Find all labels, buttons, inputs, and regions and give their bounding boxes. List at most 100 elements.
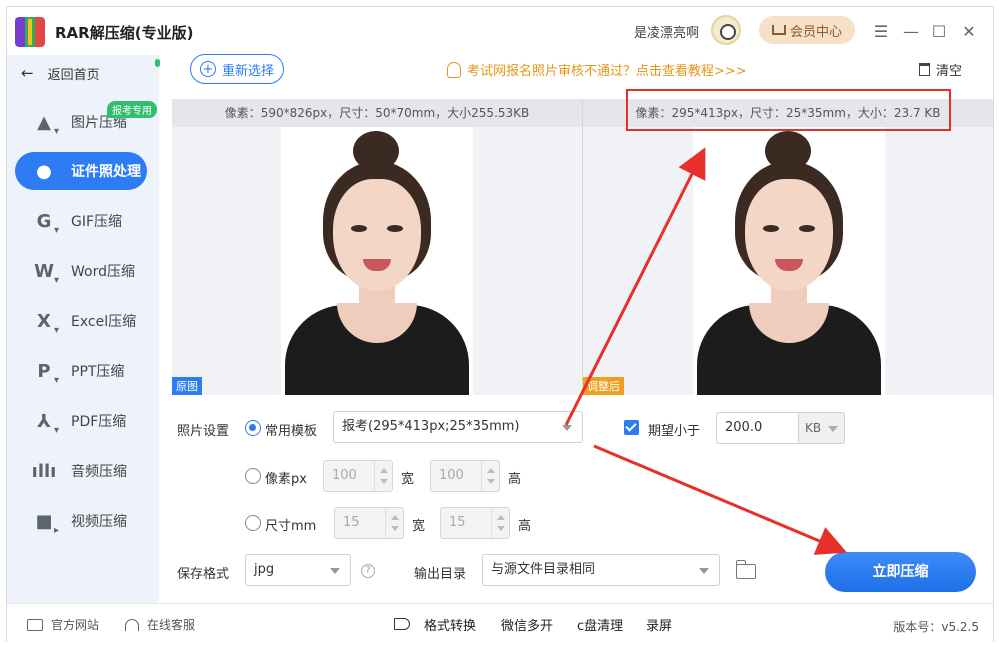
stepper-arrows-icon[interactable]	[491, 508, 509, 538]
clear-button[interactable]: 清空	[919, 60, 962, 79]
excel-icon: X ▾	[37, 310, 59, 337]
size-height-stepper[interactable]: 15	[440, 507, 510, 539]
sidebar-item-video[interactable]: ■ ▸ 视频压缩	[15, 502, 147, 540]
headset-icon	[125, 618, 139, 631]
back-home-button[interactable]: ← 返回首页	[21, 63, 100, 83]
indicator-dot	[155, 59, 160, 67]
photo-hair-bun	[765, 131, 811, 171]
stepper-arrows-icon[interactable]	[481, 461, 499, 491]
app-window: RAR解压缩(专业版) 是凌漂亮啊 会员中心 ☰ — ☐ ✕ ← 返回首页 ▲ ▾…	[6, 6, 994, 642]
screen-record-link[interactable]: 录屏	[646, 615, 672, 634]
crown-icon	[771, 25, 786, 35]
monitor-icon	[27, 618, 43, 631]
output-dir-select[interactable]: 与源文件目录相同	[482, 554, 720, 586]
id-photo-icon: ●	[36, 160, 52, 182]
compress-now-button[interactable]: 立即压缩	[825, 552, 976, 592]
official-website-label: 官方网站	[51, 618, 100, 632]
official-website-link[interactable]: 官方网站	[27, 616, 99, 633]
online-service-link[interactable]: 在线客服	[125, 616, 195, 633]
size-height-label: 高	[518, 519, 532, 534]
size-width-value: 15	[343, 515, 360, 530]
photo-hair-bun	[353, 131, 399, 171]
size-radio[interactable]	[245, 515, 261, 531]
adjusted-tag: 调整后	[583, 377, 624, 395]
sidebar-item-audio[interactable]: ıllı 音频压缩	[15, 452, 147, 490]
expect-label: 期望小于	[648, 424, 701, 439]
expect-size-input[interactable]: 200.0	[716, 412, 799, 444]
back-home-label: 返回首页	[47, 67, 100, 83]
sidebar-item-excel[interactable]: X ▾ Excel压缩	[15, 302, 147, 340]
template-select-value: 报考(295*413px;25*35mm)	[342, 419, 520, 434]
title-bar: RAR解压缩(专业版) 是凌漂亮啊 会员中心 ☰ — ☐ ✕	[7, 7, 993, 55]
expect-checkbox[interactable]	[624, 420, 639, 435]
highlight-box	[626, 89, 951, 131]
pixel-radio[interactable]	[245, 468, 261, 484]
menu-icon[interactable]: ☰	[871, 21, 891, 41]
vip-center-label: 会员中心	[789, 24, 842, 40]
output-dir-value: 与源文件目录相同	[491, 562, 596, 577]
footer: 官方网站 在线客服 格式转换 微信多开 c盘清理 录屏 版本号：v5.2.5	[7, 603, 993, 642]
arrow-left-icon: ←	[21, 64, 34, 82]
original-info: 像素：590*826px，尺寸：50*70mm，大小255.53KB	[172, 99, 582, 127]
sidebar-item-label: 证件照处理	[71, 164, 141, 180]
ppt-icon: P ▾	[37, 360, 59, 387]
photo-mouth	[363, 259, 391, 271]
pixel-radio-label: 像素px	[265, 472, 307, 487]
c-drive-clean-link[interactable]: c盘清理	[577, 615, 623, 634]
sidebar-item-word[interactable]: W ▾ Word压缩	[15, 252, 147, 290]
chevron-down-icon	[330, 568, 340, 574]
stepper-arrows-icon[interactable]	[374, 461, 392, 491]
save-format-label: 保存格式	[177, 567, 230, 582]
sidebar-item-ppt[interactable]: P ▾ PPT压缩	[15, 352, 147, 390]
size-width-label: 宽	[412, 519, 426, 534]
pdf-icon: ⅄ ▾	[37, 410, 59, 437]
pixel-height-label: 高	[508, 472, 522, 487]
exam-badge: 报考专用	[107, 101, 157, 118]
sidebar-item-gif[interactable]: G ▾ GIF压缩	[15, 202, 147, 240]
user-name[interactable]: 是凌漂亮啊	[634, 22, 699, 41]
tutorial-link[interactable]: 考试网报名照片审核不通过？点击查看教程>>>	[447, 60, 747, 79]
original-tag: 原图	[172, 377, 202, 395]
photo-eye-left	[351, 225, 367, 232]
video-icon: ■ ▸	[35, 510, 59, 537]
maximize-button[interactable]: ☐	[929, 21, 949, 41]
template-radio[interactable]	[245, 420, 261, 436]
pixel-width-stepper[interactable]: 100	[323, 460, 393, 492]
template-select[interactable]: 报考(295*413px;25*35mm)	[333, 411, 583, 443]
folder-icon[interactable]	[736, 560, 756, 579]
photo-eye-right	[387, 225, 403, 232]
adjusted-photo	[693, 127, 885, 395]
expect-unit-select[interactable]: KB	[799, 412, 845, 444]
format-convert-link[interactable]: 格式转换	[424, 615, 476, 634]
sidebar: ← 返回首页 ▲ ▾ 图片压缩 ● 证件照处理 G ▾ GIF压缩 W ▾ Word压…	[7, 55, 159, 603]
expect-unit-value: KB	[805, 421, 822, 435]
online-service-label: 在线客服	[147, 618, 196, 632]
photo-settings-label: 照片设置	[177, 424, 230, 439]
stepper-arrows-icon[interactable]	[385, 508, 403, 538]
image-icon: ▲ ▾	[37, 111, 59, 138]
save-format-select[interactable]: jpg	[245, 554, 351, 586]
close-button[interactable]: ✕	[959, 21, 979, 41]
pixel-height-stepper[interactable]: 100	[430, 460, 500, 492]
version-label: 版本号：v5.2.5	[893, 620, 979, 634]
template-radio-label: 常用模板	[265, 424, 318, 439]
photo-face	[333, 179, 421, 291]
reselect-button[interactable]: + 重新选择	[190, 54, 284, 84]
size-width-stepper[interactable]: 15	[334, 507, 404, 539]
vip-center-button[interactable]: 会员中心	[759, 16, 855, 44]
pixel-width-label: 宽	[401, 472, 415, 487]
photo-eye-right	[799, 225, 815, 232]
tutorial-link-label: 考试网报名照片审核不通过？点击查看教程>>>	[467, 64, 747, 79]
trash-icon	[919, 63, 930, 76]
sidebar-item-id-photo[interactable]: ● 证件照处理	[15, 152, 147, 190]
wechat-multi-link[interactable]: 微信多开	[501, 615, 553, 634]
gif-icon: G ▾	[36, 210, 59, 237]
sidebar-item-pdf[interactable]: ⅄ ▾ PDF压缩	[15, 402, 147, 440]
clear-label: 清空	[936, 64, 963, 79]
output-dir-label: 输出目录	[414, 567, 467, 582]
avatar[interactable]	[711, 15, 741, 45]
chevron-down-icon	[699, 568, 709, 574]
photo-face	[745, 179, 833, 291]
help-icon[interactable]: ?	[361, 564, 375, 578]
minimize-button[interactable]: —	[901, 21, 921, 41]
